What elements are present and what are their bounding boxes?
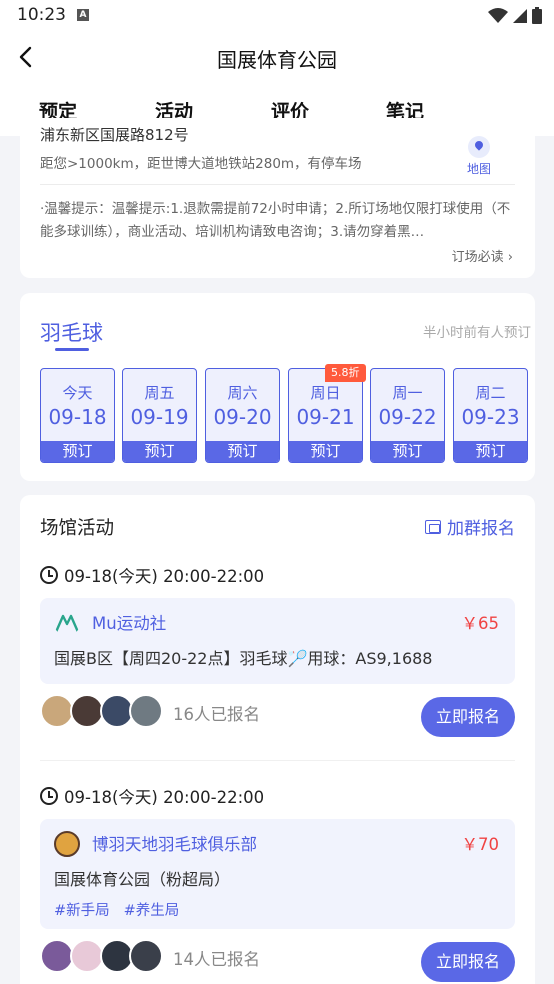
date-value: 09-19 xyxy=(130,405,189,429)
must-read-link[interactable]: 订场必读 › xyxy=(452,246,513,265)
activities-card: 场馆活动 加群报名 09-18(今天) 20:00-22:00 Mu运动社 ￥6… xyxy=(20,495,535,984)
date-weekday: 周二 xyxy=(475,384,506,402)
battery-icon xyxy=(532,7,542,24)
venue-tip: ·温馨提示：温馨提示:1.退款需提前72小时申请；2.所订场地仅限打球使用（不能… xyxy=(40,201,511,240)
avatar xyxy=(40,939,74,973)
nav-bar: 国展体育公园 xyxy=(0,30,554,86)
booking-hint: 半小时前有人预订 xyxy=(423,325,531,341)
activity-time: 09-18(今天) 20:00-22:00 xyxy=(40,563,264,587)
activity-time-text: 09-18(今天) 20:00-22:00 xyxy=(64,788,265,807)
clock-icon xyxy=(40,787,58,805)
activity-detail[interactable]: Mu运动社 ￥65 国展B区【周四20-22点】羽毛球🏸用球：AS9,1688 xyxy=(40,598,515,684)
date-item[interactable]: 周六 09-20 预订 xyxy=(205,368,280,463)
booking-card: 羽毛球 半小时前有人预订 今天 09-18 预订 周五 09-19 预订 周六 … xyxy=(20,293,535,481)
discount-badge: 5.8折 xyxy=(325,364,366,382)
status-time: 10:23 xyxy=(17,5,66,25)
status-bar: 10:23 A xyxy=(0,0,554,30)
activity-description: 国展体育公园（粉超局） xyxy=(54,870,231,889)
date-weekday: 周五 xyxy=(144,384,175,402)
activity-time: 09-18(今天) 20:00-22:00 xyxy=(40,784,264,808)
club-logo-icon xyxy=(54,831,80,857)
join-group-label: 加群报名 xyxy=(447,519,515,539)
date-value: 09-22 xyxy=(378,405,437,429)
date-book-label: 预订 xyxy=(206,441,279,462)
date-value: 09-20 xyxy=(213,405,272,429)
activity-tag[interactable]: #新手局 xyxy=(54,899,110,920)
signal-icon xyxy=(513,8,527,23)
date-value: 09-23 xyxy=(461,405,520,429)
date-weekday: 周一 xyxy=(392,384,423,402)
activities-title: 场馆活动 xyxy=(40,518,115,539)
signup-button[interactable]: 立即报名 xyxy=(421,942,515,982)
date-value: 09-21 xyxy=(296,405,355,429)
avatar xyxy=(40,694,74,728)
activity-price: ￥70 xyxy=(461,835,500,854)
venue-info-card: 浦东新区国展路812号 距您>1000km，距世博大道地铁站280m，有停车场 … xyxy=(20,118,535,278)
date-weekday: 周日 xyxy=(310,384,341,402)
clock-icon xyxy=(40,566,58,584)
signup-count: 14人已报名 xyxy=(173,950,260,969)
group-chat-icon xyxy=(425,519,441,534)
date-book-label: 预订 xyxy=(454,441,527,462)
club-name: Mu运动社 xyxy=(92,614,167,633)
avatar xyxy=(70,939,104,973)
date-book-label: 预订 xyxy=(371,441,444,462)
map-button[interactable]: 地图 xyxy=(459,136,499,177)
activity-tag[interactable]: #养生局 xyxy=(124,899,180,920)
sport-tab-badminton[interactable]: 羽毛球 xyxy=(40,317,103,347)
page-title: 国展体育公园 xyxy=(217,48,337,72)
divider xyxy=(40,184,515,185)
avatar xyxy=(129,939,163,973)
date-book-label: 预订 xyxy=(289,441,362,462)
venue-address: 浦东新区国展路812号 xyxy=(40,126,189,144)
join-group-button[interactable]: 加群报名 xyxy=(425,514,515,539)
avatar xyxy=(70,694,104,728)
date-value: 09-18 xyxy=(48,405,107,429)
divider xyxy=(40,760,515,761)
notification-icon: A xyxy=(77,9,89,21)
signup-count: 16人已报名 xyxy=(173,705,260,724)
participant-avatars xyxy=(40,939,170,975)
club-name: 博羽天地羽毛球俱乐部 xyxy=(92,835,257,854)
date-item[interactable]: 周一 09-22 预订 xyxy=(370,368,445,463)
activity-detail[interactable]: 博羽天地羽毛球俱乐部 ￥70 国展体育公园（粉超局） #新手局 #养生局 xyxy=(40,819,515,929)
activity-time-text: 09-18(今天) 20:00-22:00 xyxy=(64,567,265,586)
date-book-label: 预订 xyxy=(123,441,196,462)
avatar xyxy=(129,694,163,728)
system-icons xyxy=(488,7,542,24)
activity-tags: #新手局 #养生局 xyxy=(54,899,179,920)
date-item[interactable]: 今天 09-18 预订 xyxy=(40,368,115,463)
date-item[interactable]: 周二 09-23 预订 xyxy=(453,368,528,463)
date-item[interactable]: 周五 09-19 预订 xyxy=(122,368,197,463)
date-weekday: 周六 xyxy=(227,384,258,402)
participant-avatars xyxy=(40,694,170,730)
signup-button[interactable]: 立即报名 xyxy=(421,697,515,737)
map-label: 地图 xyxy=(466,162,491,176)
map-pin-icon xyxy=(468,136,490,158)
activity-description: 国展B区【周四20-22点】羽毛球🏸用球：AS9,1688 xyxy=(54,649,433,668)
date-weekday: 今天 xyxy=(62,384,93,402)
venue-distance: 距您>1000km，距世博大道地铁站280m，有停车场 xyxy=(40,156,362,172)
sport-tab-indicator xyxy=(55,348,89,351)
wifi-icon xyxy=(488,7,508,23)
club-logo-icon xyxy=(54,614,80,633)
activity-price: ￥65 xyxy=(461,614,500,633)
date-item[interactable]: 周日 09-21 预订 xyxy=(288,368,363,463)
date-book-label: 预订 xyxy=(41,441,114,462)
